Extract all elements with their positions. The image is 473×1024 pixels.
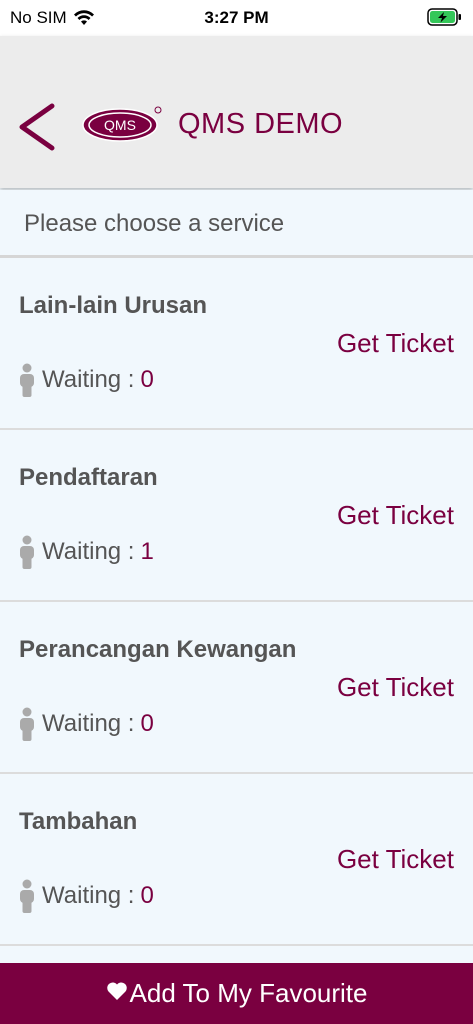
get-ticket-button[interactable]: Get Ticket <box>337 500 454 531</box>
waiting-count: 0 <box>140 366 154 393</box>
service-name: Lain-lain Urusan <box>19 292 208 319</box>
service-list: Lain-lain Urusan Get Ticket Waiting : 0 … <box>0 258 473 946</box>
back-button[interactable] <box>14 102 60 152</box>
waiting-label: Waiting : <box>42 366 135 393</box>
waiting-count: 0 <box>140 882 154 909</box>
waiting-label: Waiting : <box>42 538 135 565</box>
service-row: Tambahan Get Ticket Waiting : 0 <box>0 774 473 946</box>
waiting-count: 1 <box>140 538 154 565</box>
qms-logo: QMS <box>82 104 164 149</box>
status-time: 3:27 PM <box>204 8 269 27</box>
waiting-count: 0 <box>140 710 154 737</box>
page-title: QMS DEMO <box>178 108 344 140</box>
service-row: Perancangan Kewangan Get Ticket Waiting … <box>0 602 473 774</box>
person-icon <box>20 535 34 569</box>
service-name: Perancangan Kewangan <box>19 636 297 663</box>
waiting-label: Waiting : <box>42 882 135 909</box>
waiting-info: Waiting : 1 <box>19 535 154 569</box>
person-icon <box>20 879 34 913</box>
subheader: Please choose a service <box>0 190 473 258</box>
service-name: Tambahan <box>19 808 138 835</box>
get-ticket-button[interactable]: Get Ticket <box>337 672 454 703</box>
waiting-info: Waiting : 0 <box>19 707 154 741</box>
waiting-info: Waiting : 0 <box>19 363 154 397</box>
heart-icon <box>106 981 127 1000</box>
battery-icon <box>427 8 463 31</box>
service-row: Pendaftaran Get Ticket Waiting : 1 <box>0 430 473 602</box>
get-ticket-button[interactable]: Get Ticket <box>337 844 454 875</box>
app-header: QMS QMS DEMO <box>0 36 473 188</box>
waiting-label: Waiting : <box>42 710 135 737</box>
get-ticket-button[interactable]: Get Ticket <box>337 328 454 359</box>
service-name: Pendaftaran <box>19 464 158 491</box>
subheader-text: Please choose a service <box>24 210 285 237</box>
logo-text: QMS <box>104 117 136 133</box>
person-icon <box>20 707 34 741</box>
service-row: Lain-lain Urusan Get Ticket Waiting : 0 <box>0 258 473 430</box>
status-bar: No SIM 3:27 PM <box>0 0 473 36</box>
chevron-left-icon <box>19 103 55 151</box>
add-to-favourite-button[interactable]: Add To My Favourite <box>0 963 473 1024</box>
favourite-label: Add To My Favourite <box>129 978 368 1008</box>
waiting-info: Waiting : 0 <box>19 879 154 913</box>
person-icon <box>20 363 34 397</box>
